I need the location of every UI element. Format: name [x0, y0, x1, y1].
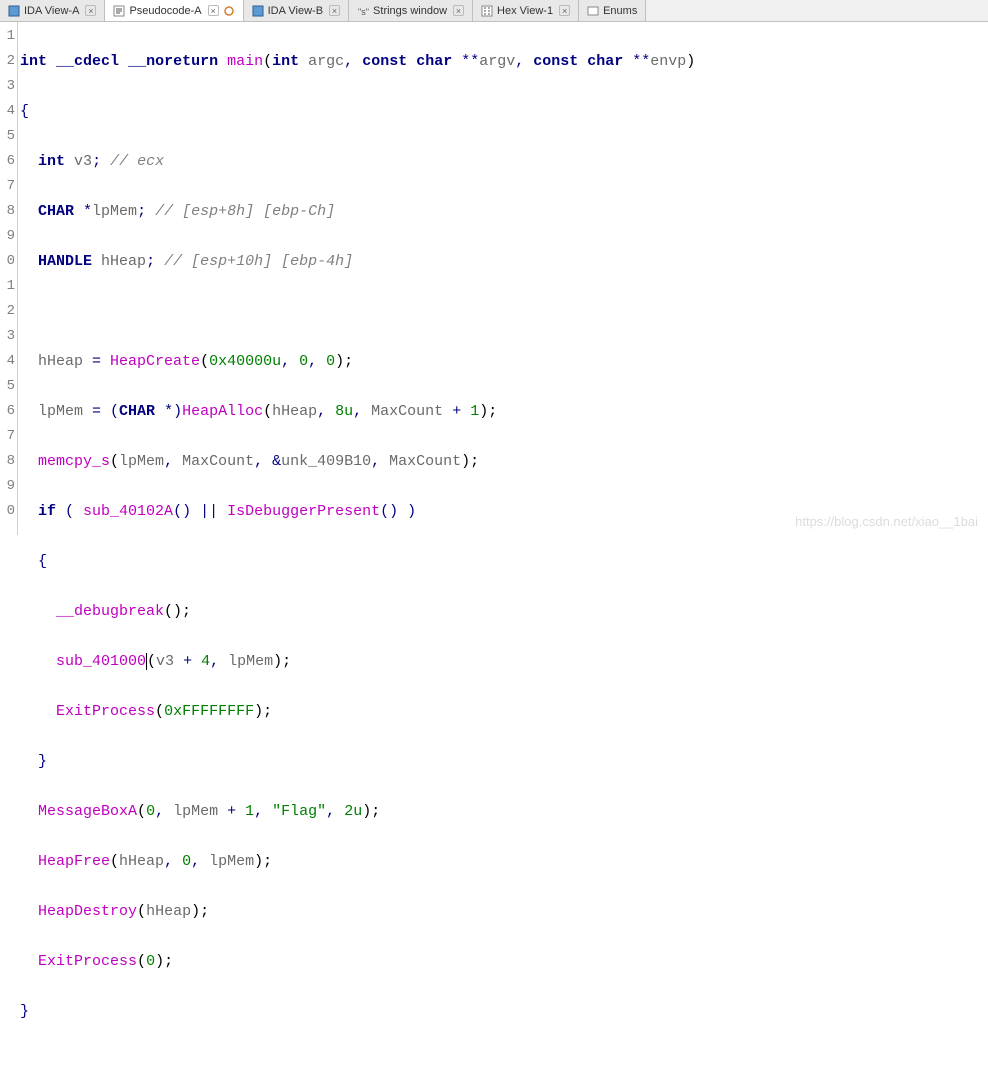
code-line: int v3; // ecx	[20, 149, 988, 174]
tab-bar: IDA View-A × Pseudocode-A × IDA View-B ×…	[0, 0, 988, 22]
code-line: {	[20, 549, 988, 574]
line-number: 2	[0, 299, 17, 324]
line-number: 7	[0, 424, 17, 449]
close-icon[interactable]: ×	[208, 5, 219, 16]
tab-ida-view-a[interactable]: IDA View-A ×	[0, 0, 105, 21]
line-number: 3	[0, 324, 17, 349]
enum-icon	[587, 5, 599, 17]
line-number: 0	[0, 499, 17, 524]
tab-strings[interactable]: "s" Strings window ×	[349, 0, 473, 21]
tab-hex-view[interactable]: Hex View-1 ×	[473, 0, 579, 21]
code-line: MessageBoxA(0, lpMem + 1, "Flag", 2u);	[20, 799, 988, 824]
code-line: HeapDestroy(hHeap);	[20, 899, 988, 924]
line-number: 1	[0, 24, 17, 49]
line-number: 3	[0, 74, 17, 99]
code-line: }	[20, 749, 988, 774]
code-line: __debugbreak();	[20, 599, 988, 624]
code-line: hHeap = HeapCreate(0x40000u, 0, 0);	[20, 349, 988, 374]
line-number: 4	[0, 99, 17, 124]
code-line: if ( sub_40102A() || IsDebuggerPresent()…	[20, 499, 988, 524]
close-icon[interactable]: ×	[453, 5, 464, 16]
line-number: 8	[0, 199, 17, 224]
close-icon[interactable]: ×	[559, 5, 570, 16]
line-number: 7	[0, 174, 17, 199]
code-line: }	[20, 999, 988, 1024]
close-icon[interactable]: ×	[85, 5, 96, 16]
code-line: HANDLE hHeap; // [esp+10h] [ebp-4h]	[20, 249, 988, 274]
svg-text:"s": "s"	[358, 7, 369, 17]
code-line: CHAR *lpMem; // [esp+8h] [ebp-Ch]	[20, 199, 988, 224]
tab-pseudocode-a[interactable]: Pseudocode-A ×	[105, 0, 243, 21]
code-line	[20, 299, 988, 324]
code-line: {	[20, 99, 988, 124]
line-number-gutter: 1 2 3 4 5 6 7 8 9 0 1 2 3 4 5 6 7 8 9 0	[0, 22, 18, 535]
code-editor[interactable]: int __cdecl __noreturn main(int argc, co…	[18, 22, 988, 535]
strings-icon: "s"	[357, 5, 369, 17]
tab-ida-view-b[interactable]: IDA View-B ×	[244, 0, 349, 21]
code-line: ExitProcess(0xFFFFFFFF);	[20, 699, 988, 724]
line-number: 4	[0, 349, 17, 374]
tab-label: Pseudocode-A	[129, 5, 201, 17]
code-area: 1 2 3 4 5 6 7 8 9 0 1 2 3 4 5 6 7 8 9 0 …	[0, 22, 988, 535]
line-number: 8	[0, 449, 17, 474]
line-number: 0	[0, 249, 17, 274]
hex-icon	[481, 5, 493, 17]
tab-label: IDA View-A	[24, 5, 79, 17]
line-number: 9	[0, 224, 17, 249]
view-icon	[252, 5, 264, 17]
line-number: 2	[0, 49, 17, 74]
close-icon[interactable]: ×	[329, 5, 340, 16]
tab-label: Enums	[603, 5, 637, 17]
line-number: 5	[0, 124, 17, 149]
code-line: ExitProcess(0);	[20, 949, 988, 974]
tab-label: IDA View-B	[268, 5, 323, 17]
code-line: HeapFree(hHeap, 0, lpMem);	[20, 849, 988, 874]
code-line: int __cdecl __noreturn main(int argc, co…	[20, 49, 988, 74]
line-number: 6	[0, 399, 17, 424]
code-line: sub_401000(v3 + 4, lpMem);	[20, 649, 988, 674]
line-number: 1	[0, 274, 17, 299]
line-number: 6	[0, 149, 17, 174]
code-line: memcpy_s(lpMem, MaxCount, &unk_409B10, M…	[20, 449, 988, 474]
code-line: lpMem = (CHAR *)HeapAlloc(hHeap, 8u, Max…	[20, 399, 988, 424]
view-icon	[8, 5, 20, 17]
line-number: 9	[0, 474, 17, 499]
view-icon	[113, 5, 125, 17]
tab-label: Strings window	[373, 5, 447, 17]
sync-icon	[223, 5, 235, 17]
tab-label: Hex View-1	[497, 5, 553, 17]
tab-enums[interactable]: Enums	[579, 0, 646, 21]
line-number: 5	[0, 374, 17, 399]
